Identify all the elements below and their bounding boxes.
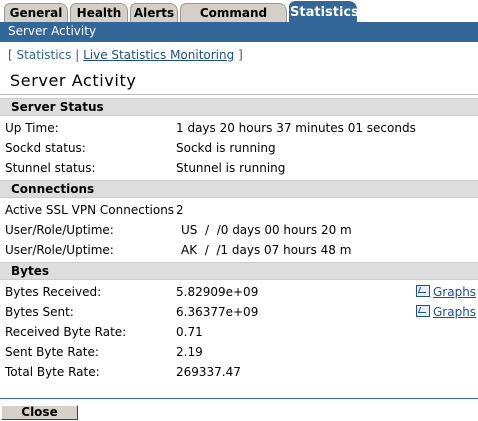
footer-divider xyxy=(0,398,478,399)
section-bytes: Bytes xyxy=(0,262,478,280)
row-label: Bytes Sent: xyxy=(5,305,74,319)
page-title: Server Activity xyxy=(10,71,137,90)
tab-statistics[interactable]: Statistics xyxy=(289,1,359,23)
row-label: User/Role/Uptime: xyxy=(5,223,114,237)
breadcrumb-open: [ xyxy=(8,48,13,62)
close-button[interactable]: Close xyxy=(1,405,78,420)
live-statistics-link[interactable]: Live Statistics Monitoring xyxy=(83,48,234,62)
graph-icon[interactable] xyxy=(416,285,430,297)
row-label: Total Byte Rate: xyxy=(5,365,100,379)
row-label: Sent Byte Rate: xyxy=(5,345,99,359)
section-heading: Connections xyxy=(11,182,95,196)
table-row: Bytes Sent: 6.36377e+09 Graphs xyxy=(0,303,478,323)
breadcrumb-separator: | xyxy=(75,48,80,62)
subheader-title: Server Activity xyxy=(8,24,97,38)
subheader-bar: Server Activity xyxy=(0,22,478,42)
row-value: 2.19 xyxy=(176,345,203,359)
section-connections: Connections xyxy=(0,180,478,198)
table-row: Sent Byte Rate: 2.19 xyxy=(0,343,478,363)
row-label: Received Byte Rate: xyxy=(5,325,127,339)
tab-general[interactable]: General xyxy=(4,3,68,22)
row-value: Stunnel is running xyxy=(176,161,286,175)
section-server-status: Server Status xyxy=(0,98,478,116)
row-value: 5.82909e+09 xyxy=(176,285,259,299)
row-value: 2 xyxy=(176,203,184,217)
breadcrumb: [ Statistics | Live Statistics Monitorin… xyxy=(8,48,243,62)
tab-bar: General Health Alerts Command Status Sta… xyxy=(0,0,478,38)
breadcrumb-close: ] xyxy=(238,48,243,62)
breadcrumb-current: Statistics xyxy=(16,48,72,62)
tab-health[interactable]: Health xyxy=(70,3,128,22)
table-row: User/Role/Uptime: US / /0 days 00 hours … xyxy=(0,221,478,241)
graphs-link[interactable]: Graphs xyxy=(433,285,476,299)
tab-alerts[interactable]: Alerts xyxy=(130,3,178,22)
row-value: 6.36377e+09 xyxy=(176,305,259,319)
row-label: User/Role/Uptime: xyxy=(5,243,114,257)
table-row: Bytes Received: 5.82909e+09 Graphs xyxy=(0,283,478,303)
graphs-link[interactable]: Graphs xyxy=(433,305,476,319)
tab-command-status[interactable]: Command Status xyxy=(180,3,287,38)
section-heading: Bytes xyxy=(11,264,49,278)
table-row: Up Time: 1 days 20 hours 37 minutes 01 s… xyxy=(0,119,478,139)
table-row: Total Byte Rate: 269337.47 xyxy=(0,363,478,383)
row-label: Active SSL VPN Connections xyxy=(5,203,175,217)
row-label: Stunnel status: xyxy=(5,161,96,175)
section-heading: Server Status xyxy=(11,100,104,114)
row-value: Sockd is running xyxy=(176,141,276,155)
row-value: 269337.47 xyxy=(176,365,241,379)
graphs-received[interactable]: Graphs xyxy=(416,285,476,299)
table-row: User/Role/Uptime: AK / /1 days 07 hours … xyxy=(0,241,478,261)
row-value: AK / /1 days 07 hours 48 m xyxy=(181,243,352,257)
row-label: Up Time: xyxy=(5,121,59,135)
row-value: US / /0 days 00 hours 20 m xyxy=(181,223,352,237)
table-row: Sockd status: Sockd is running xyxy=(0,139,478,159)
title-divider xyxy=(0,94,478,95)
row-label: Sockd status: xyxy=(5,141,86,155)
graph-icon[interactable] xyxy=(416,305,430,317)
table-row: Received Byte Rate: 0.71 xyxy=(0,323,478,343)
graphs-sent[interactable]: Graphs xyxy=(416,305,476,319)
table-row: Active SSL VPN Connections 2 xyxy=(0,201,478,221)
table-row: Stunnel status: Stunnel is running xyxy=(0,159,478,179)
row-value: 1 days 20 hours 37 minutes 01 seconds xyxy=(176,121,416,135)
row-label: Bytes Received: xyxy=(5,285,102,299)
row-value: 0.71 xyxy=(176,325,203,339)
